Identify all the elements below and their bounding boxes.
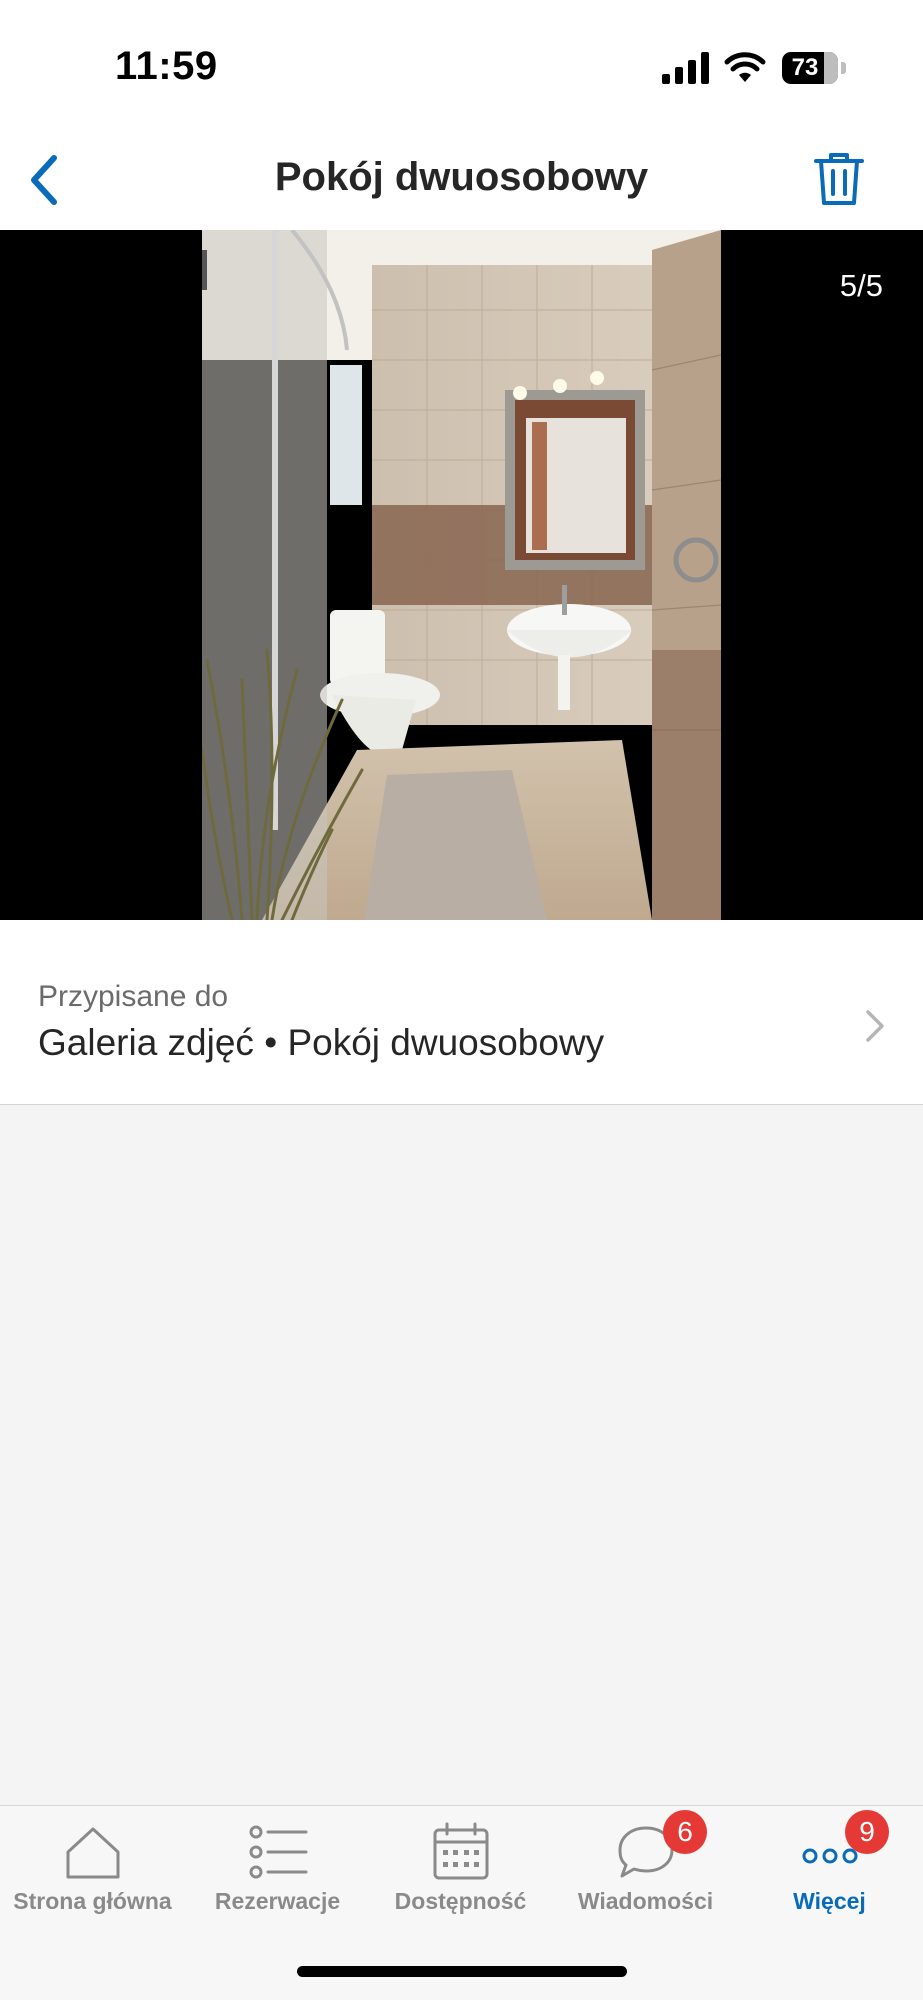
tab-label: Wiadomości: [577, 1888, 714, 1914]
home-indicator: [297, 1966, 627, 1977]
cellular-signal-icon: [662, 52, 709, 84]
tab-label: Rezerwacje: [214, 1888, 341, 1914]
calendar-icon: [433, 1822, 488, 1880]
delete-button[interactable]: [806, 146, 872, 212]
tab-label: Więcej: [793, 1888, 866, 1914]
list-icon: [249, 1825, 307, 1879]
tab-availability[interactable]: Dostępność: [368, 1806, 553, 1926]
more-badge: 9: [845, 1810, 889, 1854]
messages-badge: 6: [663, 1810, 707, 1854]
chevron-right-icon: [866, 1010, 884, 1042]
tab-label: Strona główna: [13, 1888, 172, 1914]
battery-indicator: 73: [782, 52, 838, 84]
tab-more[interactable]: 9 Więcej: [737, 1806, 922, 1926]
battery-level: 73: [791, 54, 819, 81]
photo-counter: 5/5: [839, 268, 883, 303]
status-bar: 11:59 73: [0, 0, 923, 130]
tab-home[interactable]: Strona główna: [0, 1806, 185, 1926]
room-photo[interactable]: [202, 230, 721, 920]
status-time: 11:59: [115, 44, 218, 88]
assigned-label: Przypisane do: [38, 980, 229, 1013]
tab-messages[interactable]: 6 Wiadomości: [553, 1806, 738, 1926]
photo-viewer[interactable]: 5/5: [0, 230, 923, 920]
page-title: Pokój dwuosobowy: [274, 155, 649, 199]
tab-reservations[interactable]: Rezerwacje: [185, 1806, 370, 1926]
tab-label: Dostępność: [394, 1888, 527, 1914]
bathroom-photo-illustration: [202, 230, 721, 920]
wifi-icon: [724, 52, 766, 82]
home-icon: [66, 1827, 119, 1879]
battery-tip: [841, 62, 846, 74]
trash-icon: [814, 153, 864, 205]
assigned-value: Galeria zdjęć • Pokój dwuosobowy: [38, 1022, 605, 1063]
navigation-bar: Pokój dwuosobowy: [0, 130, 923, 230]
assigned-to-row[interactable]: Przypisane do Galeria zdjęć • Pokój dwuo…: [0, 920, 923, 1105]
